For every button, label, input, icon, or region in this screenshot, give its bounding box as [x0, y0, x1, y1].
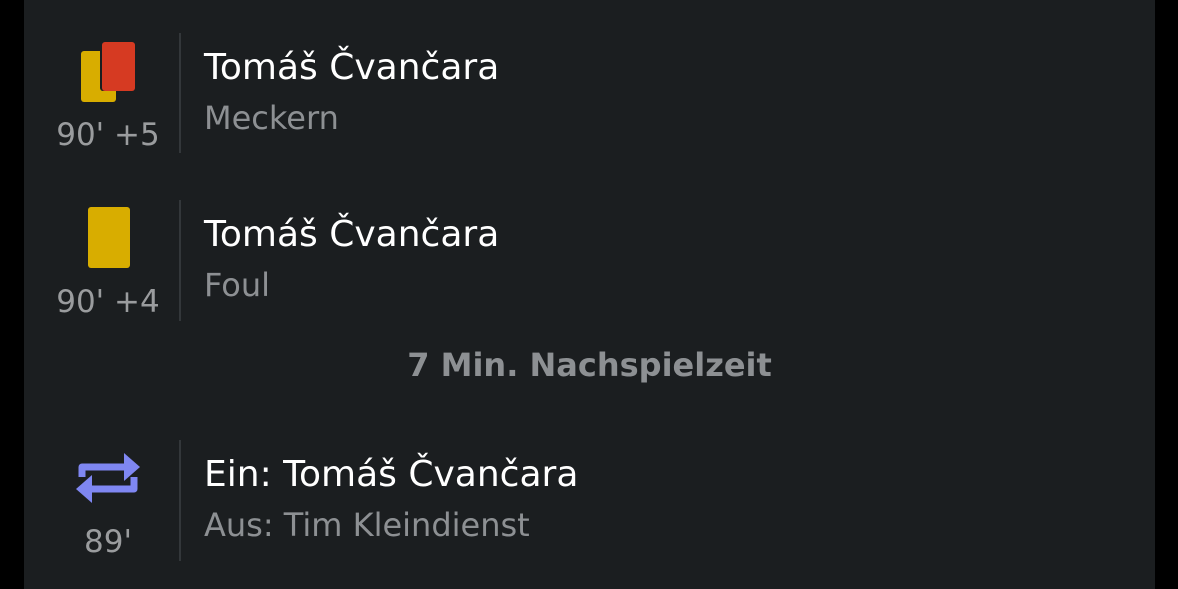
substitution-icon	[58, 445, 158, 515]
event-minute: 89'	[84, 524, 132, 560]
player-name: Tomáš Čvančara	[204, 214, 500, 255]
stoppage-time-notice: 7 Min. Nachspielzeit	[407, 346, 772, 384]
divider	[179, 200, 181, 321]
event-row[interactable]: 89' Ein: Tomáš Čvančara Aus: Tim Kleindi…	[24, 440, 1155, 561]
match-events-panel: 90' +5 Tomáš Čvančara Meckern 90' +4 Tom…	[24, 0, 1155, 589]
event-detail: Meckern	[204, 99, 339, 137]
yellow-card-icon	[58, 205, 158, 275]
event-minute: 90' +4	[56, 284, 160, 320]
event-minute: 90' +5	[56, 117, 160, 153]
substitution-in-player: Ein: Tomáš Čvančara	[204, 454, 579, 495]
event-detail: Foul	[204, 266, 271, 304]
event-row[interactable]: 90' +5 Tomáš Čvančara Meckern	[24, 33, 1155, 153]
yellow-red-card-icon	[58, 37, 158, 107]
player-name: Tomáš Čvančara	[204, 47, 500, 88]
event-row[interactable]: 90' +4 Tomáš Čvančara Foul	[24, 200, 1155, 321]
divider	[179, 440, 181, 561]
divider	[179, 33, 181, 153]
substitution-out-player: Aus: Tim Kleindienst	[204, 506, 530, 544]
